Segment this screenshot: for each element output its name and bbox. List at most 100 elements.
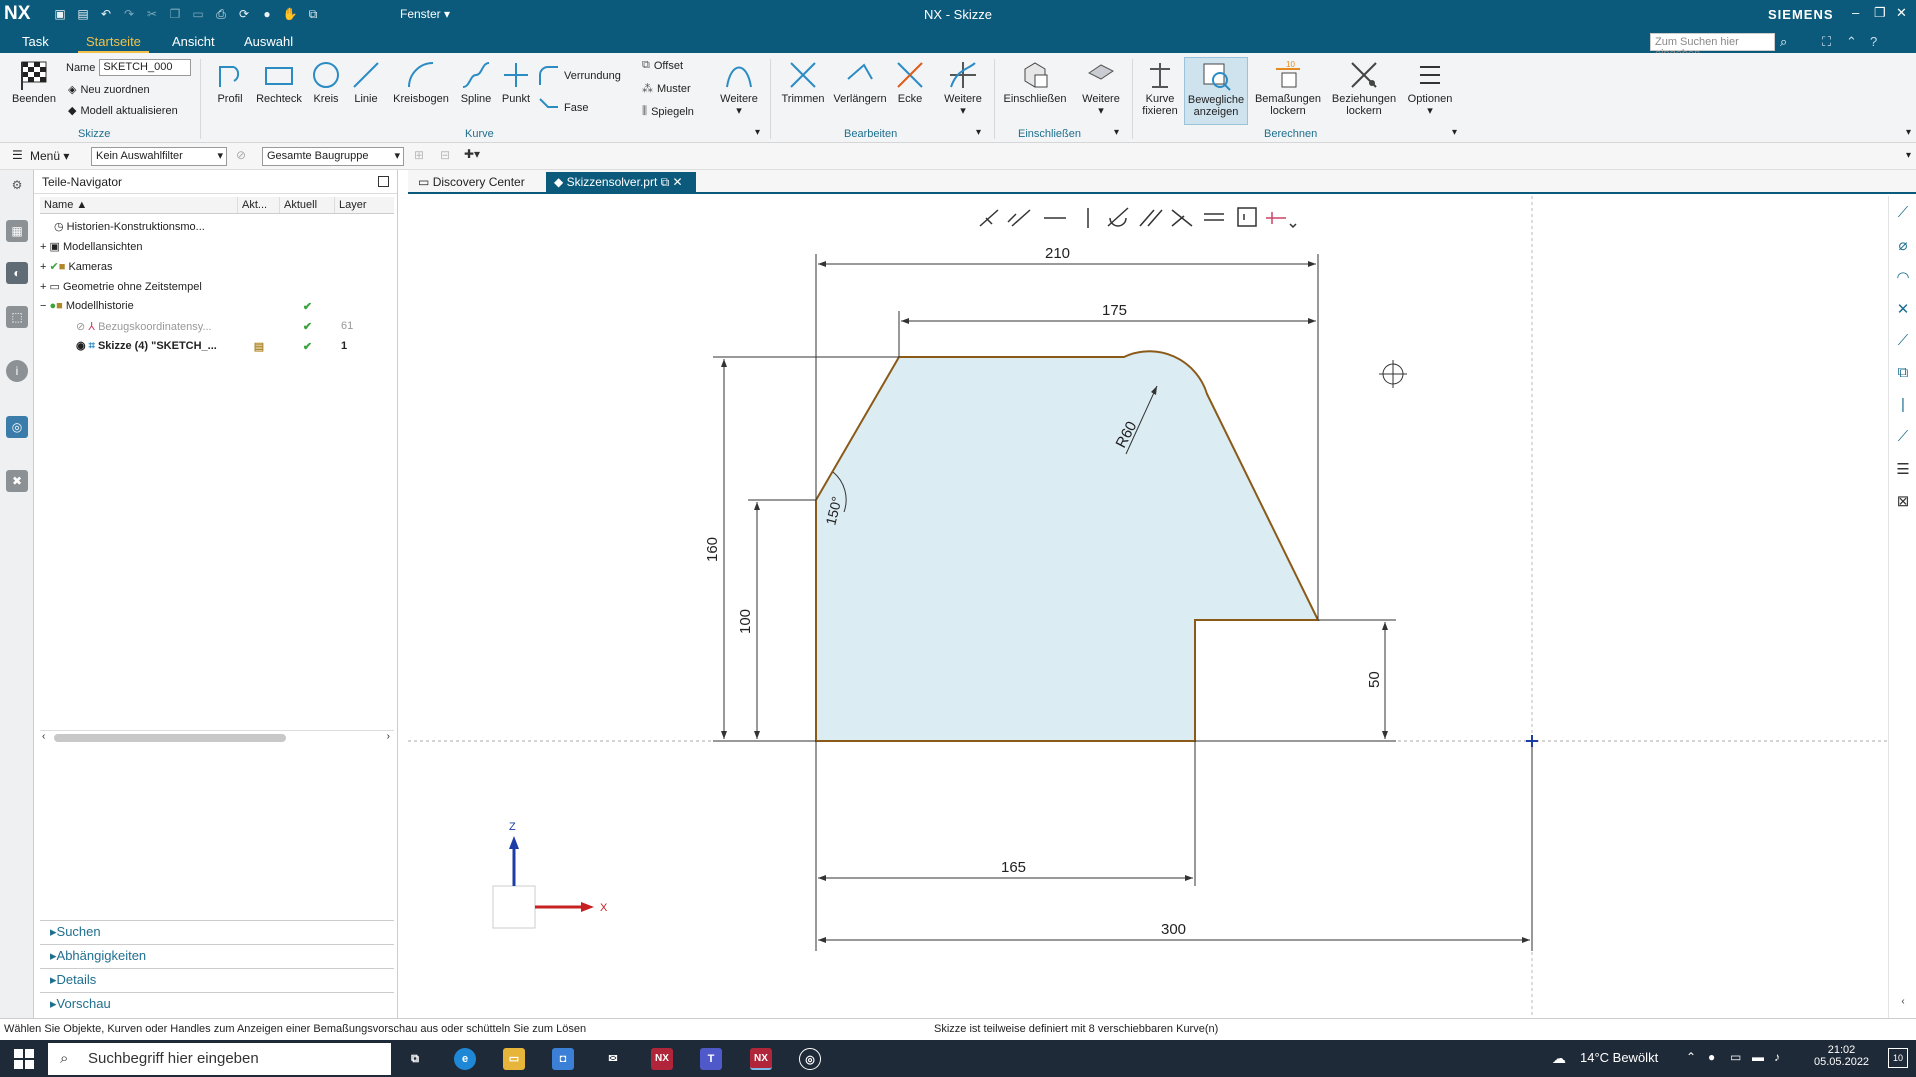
tab-startseite[interactable]: Startseite: [78, 33, 149, 53]
section-details[interactable]: Details: [40, 968, 394, 990]
bearbeiten-group-menu-icon[interactable]: ▾: [976, 127, 981, 138]
col-name[interactable]: Name ▲: [40, 197, 238, 213]
tree-row[interactable]: ◷ Historien-Konstruktionsmo...: [40, 216, 394, 236]
section-vorschau[interactable]: Vorschau: [40, 992, 394, 1014]
dim-175[interactable]: 175: [1102, 302, 1127, 319]
sketch-tangent-tool-icon[interactable]: ⌀: [1893, 236, 1913, 256]
settings-gear-icon[interactable]: ⚙: [6, 174, 28, 196]
spline-button[interactable]: Spline: [456, 59, 496, 105]
sketch-trim-tool-icon[interactable]: ✕: [1893, 300, 1913, 320]
section-abhaengigkeiten[interactable]: Abhängigkeiten: [40, 944, 394, 966]
einschliessen-group-menu-icon[interactable]: ▾: [1114, 127, 1119, 138]
show-hidden-icons-icon[interactable]: ⌃: [1686, 1050, 1696, 1064]
constraint-navigator-icon[interactable]: ⬚: [6, 306, 28, 328]
minimize-icon[interactable]: –: [1852, 5, 1859, 20]
linie-button[interactable]: Linie: [348, 59, 384, 105]
popout-icon[interactable]: ⧉: [661, 175, 670, 189]
onedrive-icon[interactable]: ▭: [1730, 1050, 1741, 1064]
network-icon[interactable]: ▬: [1752, 1050, 1764, 1064]
mail-icon[interactable]: ✉: [602, 1048, 624, 1070]
sketch-visibility-tool-icon[interactable]: ⊠: [1893, 492, 1913, 512]
graphics-window[interactable]: 210 175 R60 150° 160 100 50 165 300 Z X: [408, 196, 1888, 1018]
sketch-vertical-tool-icon[interactable]: |: [1893, 396, 1913, 416]
store-icon[interactable]: ◘: [552, 1048, 574, 1070]
ribbon-options-icon[interactable]: ▾: [1906, 127, 1911, 138]
tangent-icon[interactable]: [1107, 207, 1129, 227]
perpendicular-icon[interactable]: [1171, 209, 1193, 227]
tree-row[interactable]: + ▣ Modellansichten: [40, 236, 394, 256]
snap-icon-2[interactable]: ⊟: [440, 148, 450, 162]
point-on-curve-icon[interactable]: [1007, 209, 1031, 227]
sketch-arc-tool-icon[interactable]: ◠: [1893, 268, 1913, 288]
punkt-button[interactable]: Punkt: [496, 59, 536, 105]
help-icon[interactable]: ?: [1870, 34, 1877, 49]
rechteck-button[interactable]: Rechteck: [252, 59, 306, 105]
bewegliche-anzeigen-button[interactable]: Bewegliche anzeigen: [1184, 57, 1248, 125]
bemassungen-lockern-button[interactable]: 10 Bemaßungen lockern: [1250, 59, 1326, 117]
tools-icon[interactable]: ✖: [6, 470, 28, 492]
tab-auswahl[interactable]: Auswahl: [236, 33, 301, 53]
teams-icon[interactable]: T: [700, 1048, 722, 1070]
expand-icon[interactable]: +: [40, 281, 46, 293]
tree-row[interactable]: + ✔■ Kameras: [40, 256, 394, 276]
section-suchen[interactable]: Suchen: [40, 920, 394, 942]
file-explorer-icon[interactable]: ▭: [503, 1048, 525, 1070]
tree-row[interactable]: − ●■ Modellhistorie ✔: [40, 296, 394, 316]
dim-160[interactable]: 160: [704, 537, 721, 562]
offset-button[interactable]: ⧉ Offset: [642, 59, 683, 72]
strip-collapse-icon[interactable]: ‹: [1893, 996, 1913, 1016]
tree-row[interactable]: ◉ ⌗ Skizze (4) "SKETCH_... ▤ ✔ 1: [40, 336, 394, 356]
coincident-icon[interactable]: [979, 209, 999, 227]
col-aktuell[interactable]: Aktuell: [280, 197, 335, 213]
collapse-icon[interactable]: −: [40, 300, 46, 312]
tree-row[interactable]: + ▭ Geometrie ohne Zeitstempel: [40, 276, 394, 296]
ecke-button[interactable]: Ecke: [892, 59, 928, 105]
profil-button[interactable]: Profil: [208, 59, 252, 105]
sketch-list-tool-icon[interactable]: ☰: [1893, 460, 1913, 480]
fixed-icon[interactable]: [1237, 207, 1257, 227]
taskbar-search-input[interactable]: Suchbegriff hier eingeben: [48, 1043, 391, 1075]
sketch-name-input[interactable]: SKETCH_000: [99, 59, 192, 76]
selection-scope-select[interactable]: Gesamte Baugruppe: [262, 147, 404, 166]
fullscreen-icon[interactable]: ⛶: [1822, 34, 1831, 50]
obs-icon[interactable]: ◎: [799, 1048, 821, 1070]
expand-icon[interactable]: +: [40, 241, 46, 253]
expand-icon[interactable]: +: [40, 261, 46, 273]
dim-300[interactable]: 300: [1161, 921, 1186, 938]
sketch-line-tool-icon[interactable]: ⟋: [1893, 204, 1913, 224]
tree-row[interactable]: ⊘ ⅄ Bezugskoordinatensy... ✔ 61: [40, 316, 394, 336]
dim-100[interactable]: 100: [737, 609, 754, 634]
sketch-extend-tool-icon[interactable]: ⟋: [1893, 332, 1913, 352]
notifications-icon[interactable]: 10: [1888, 1048, 1908, 1068]
beziehungen-lockern-button[interactable]: Beziehungen lockern: [1328, 59, 1400, 117]
sketch-offset-tool-icon[interactable]: ⧉: [1893, 364, 1913, 384]
tab-ansicht[interactable]: Ansicht: [164, 33, 223, 53]
kurve-weitere-button[interactable]: Weitere ▾: [716, 59, 762, 117]
scrollbar-thumb[interactable]: [54, 734, 286, 742]
modell-aktualisieren-button[interactable]: ◆ Modell aktualisieren: [68, 104, 178, 118]
verrundung-button[interactable]: Verrundung: [538, 65, 621, 87]
snap-point-icon[interactable]: ✚▾: [464, 147, 480, 161]
kurve-fixieren-button[interactable]: Kurve fixieren: [1136, 59, 1184, 117]
sketch-viewport[interactable]: 210 175 R60 150° 160 100 50 165 300 Z X: [408, 196, 1888, 1018]
dim-210[interactable]: 210: [1045, 245, 1070, 262]
scroll-right-icon[interactable]: ›: [387, 731, 390, 742]
dim-165[interactable]: 165: [1001, 859, 1026, 876]
bearbeiten-weitere-button[interactable]: Weitere ▾: [940, 59, 986, 117]
parallel-icon[interactable]: [1139, 209, 1163, 227]
kreisbogen-button[interactable]: Kreisbogen: [388, 59, 454, 105]
collapse-ribbon-icon[interactable]: ⌃: [1846, 34, 1857, 50]
type-filter-select[interactable]: Kein Auswahlfilter: [91, 147, 227, 166]
equal-length-icon[interactable]: [1204, 213, 1224, 221]
close-icon[interactable]: ✕: [1896, 5, 1907, 21]
maximize-panel-icon[interactable]: [378, 176, 389, 187]
tab-task[interactable]: Task: [14, 33, 57, 53]
beenden-button[interactable]: Beenden: [8, 59, 60, 105]
col-layer[interactable]: Layer: [335, 197, 393, 213]
dim-50[interactable]: 50: [1366, 671, 1383, 688]
chevron-down-icon[interactable]: [1289, 223, 1297, 229]
horizontal-scrollbar[interactable]: ‹ ›: [40, 730, 394, 744]
tab-skizzensolver[interactable]: ◆ Skizzensolver.prt ⧉ ✕: [546, 172, 696, 194]
web-browser-icon[interactable]: ◎: [6, 416, 28, 438]
part-navigator-icon[interactable]: ◐: [6, 262, 28, 284]
